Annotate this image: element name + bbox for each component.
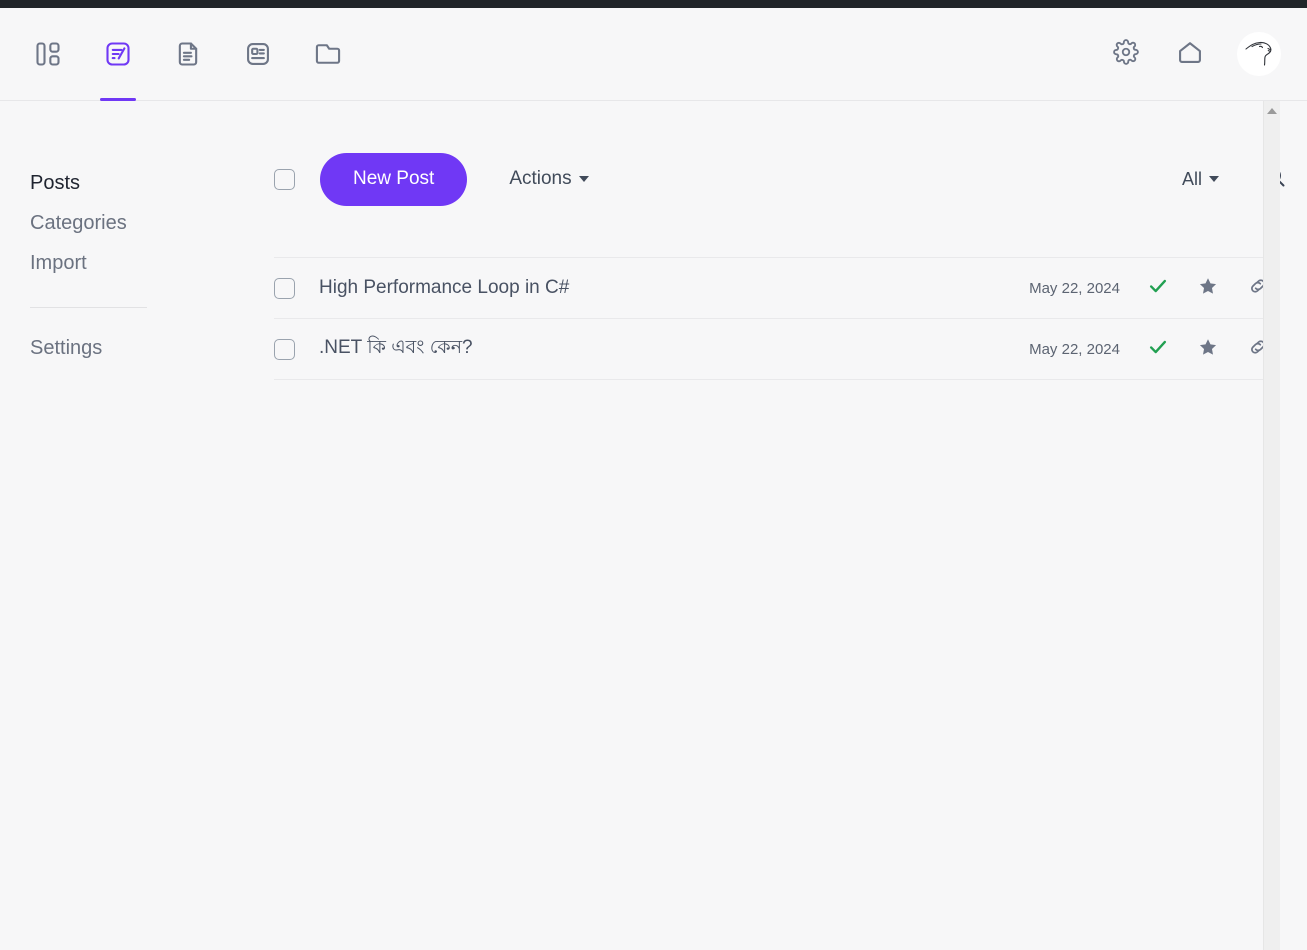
row-select-checkbox[interactable] <box>274 277 295 299</box>
chevron-down-icon <box>1209 176 1219 182</box>
sidebar-item-label: Categories <box>30 212 127 234</box>
sidebar: Posts Categories Import Settings <box>0 101 265 950</box>
filter-dropdown-label: All <box>1181 168 1202 189</box>
nav-tab-pages[interactable] <box>168 8 208 101</box>
sidebar-item-import[interactable]: Import <box>0 243 265 283</box>
published-status-button[interactable] <box>1146 276 1170 300</box>
gear-icon <box>1113 38 1139 70</box>
sidebar-item-posts[interactable]: Posts <box>0 163 265 203</box>
posts-toolbar: New Post Actions All <box>265 101 1307 257</box>
post-date: May 22, 2024 <box>1029 279 1120 297</box>
select-all-checkbox[interactable] <box>274 168 295 190</box>
star-icon <box>1197 336 1219 363</box>
actions-dropdown[interactable]: Actions <box>509 168 589 190</box>
vertical-scrollbar[interactable] <box>1263 101 1280 950</box>
settings-button[interactable] <box>1109 37 1143 71</box>
main-content: New Post Actions All High Performance Lo… <box>265 101 1307 950</box>
filter-dropdown[interactable]: All <box>1182 169 1219 190</box>
table-row[interactable]: High Performance Loop in C# May 22, 2024 <box>274 258 1280 319</box>
sidebar-item-label: Settings <box>30 337 103 359</box>
nav-tab-posts[interactable] <box>98 8 138 101</box>
home-button[interactable] <box>1173 37 1207 71</box>
check-icon <box>1147 275 1169 302</box>
page-document-icon <box>174 40 202 68</box>
scroll-up-arrow[interactable] <box>1267 108 1277 114</box>
home-icon <box>1176 38 1204 71</box>
user-avatar-sketch <box>1239 32 1279 76</box>
row-meta: May 22, 2024 <box>1029 276 1270 300</box>
sidebar-item-settings[interactable]: Settings <box>0 328 265 368</box>
folder-icon <box>314 40 342 68</box>
nav-tab-dashboard[interactable] <box>28 8 68 101</box>
dashboard-icon <box>34 40 62 68</box>
avatar[interactable] <box>1237 32 1281 76</box>
new-post-button[interactable]: New Post <box>320 152 468 206</box>
nav-tab-files[interactable] <box>308 8 348 101</box>
table-row[interactable]: .NET কি এবং কেন? May 22, 2024 <box>274 319 1280 380</box>
post-edit-icon <box>104 40 132 68</box>
sidebar-item-label: Import <box>30 252 87 274</box>
sidebar-divider <box>30 307 147 308</box>
featured-star-button[interactable] <box>1196 337 1220 361</box>
star-icon <box>1197 275 1219 302</box>
nav-tab-contacts[interactable] <box>238 8 278 101</box>
post-date: May 22, 2024 <box>1029 340 1120 358</box>
actions-dropdown-label: Actions <box>509 168 572 189</box>
row-select-checkbox[interactable] <box>274 338 295 360</box>
app-header <box>0 8 1307 101</box>
featured-star-button[interactable] <box>1196 276 1220 300</box>
contact-card-icon <box>244 40 272 68</box>
header-actions <box>1109 32 1281 76</box>
sidebar-item-categories[interactable]: Categories <box>0 203 265 243</box>
check-icon <box>1147 336 1169 363</box>
chevron-down-icon <box>578 176 589 182</box>
published-status-button[interactable] <box>1146 337 1170 361</box>
sidebar-item-label: Posts <box>30 172 81 194</box>
primary-nav <box>28 8 348 101</box>
row-meta: May 22, 2024 <box>1029 337 1270 361</box>
posts-list: High Performance Loop in C# May 22, 2024 <box>274 257 1280 380</box>
post-title: .NET কি এবং কেন? <box>319 337 473 358</box>
post-title: High Performance Loop in C# <box>319 277 570 298</box>
